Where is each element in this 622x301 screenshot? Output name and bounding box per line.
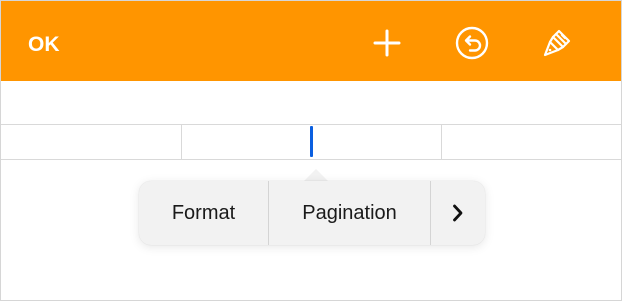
plus-icon (373, 29, 401, 57)
menu-item-pagination[interactable]: Pagination (269, 181, 430, 245)
context-menu: Format Pagination (139, 181, 485, 245)
table-cell[interactable] (442, 125, 621, 159)
table-cell[interactable] (1, 125, 181, 159)
undo-button[interactable] (454, 25, 490, 61)
paintbrush-icon (543, 29, 571, 57)
menu-item-format[interactable]: Format (139, 181, 268, 245)
format-brush-button[interactable] (539, 25, 575, 61)
table-row-border-bottom (1, 159, 621, 160)
text-cursor (310, 126, 313, 157)
add-button[interactable] (369, 25, 405, 61)
undo-icon (455, 26, 489, 60)
toolbar: OK (1, 1, 621, 81)
chevron-right-icon (453, 204, 463, 222)
app-window: OK Format Pagination (0, 0, 622, 301)
ok-button[interactable]: OK (28, 31, 60, 59)
context-menu-arrow (304, 169, 328, 181)
menu-more-button[interactable] (431, 181, 485, 245)
